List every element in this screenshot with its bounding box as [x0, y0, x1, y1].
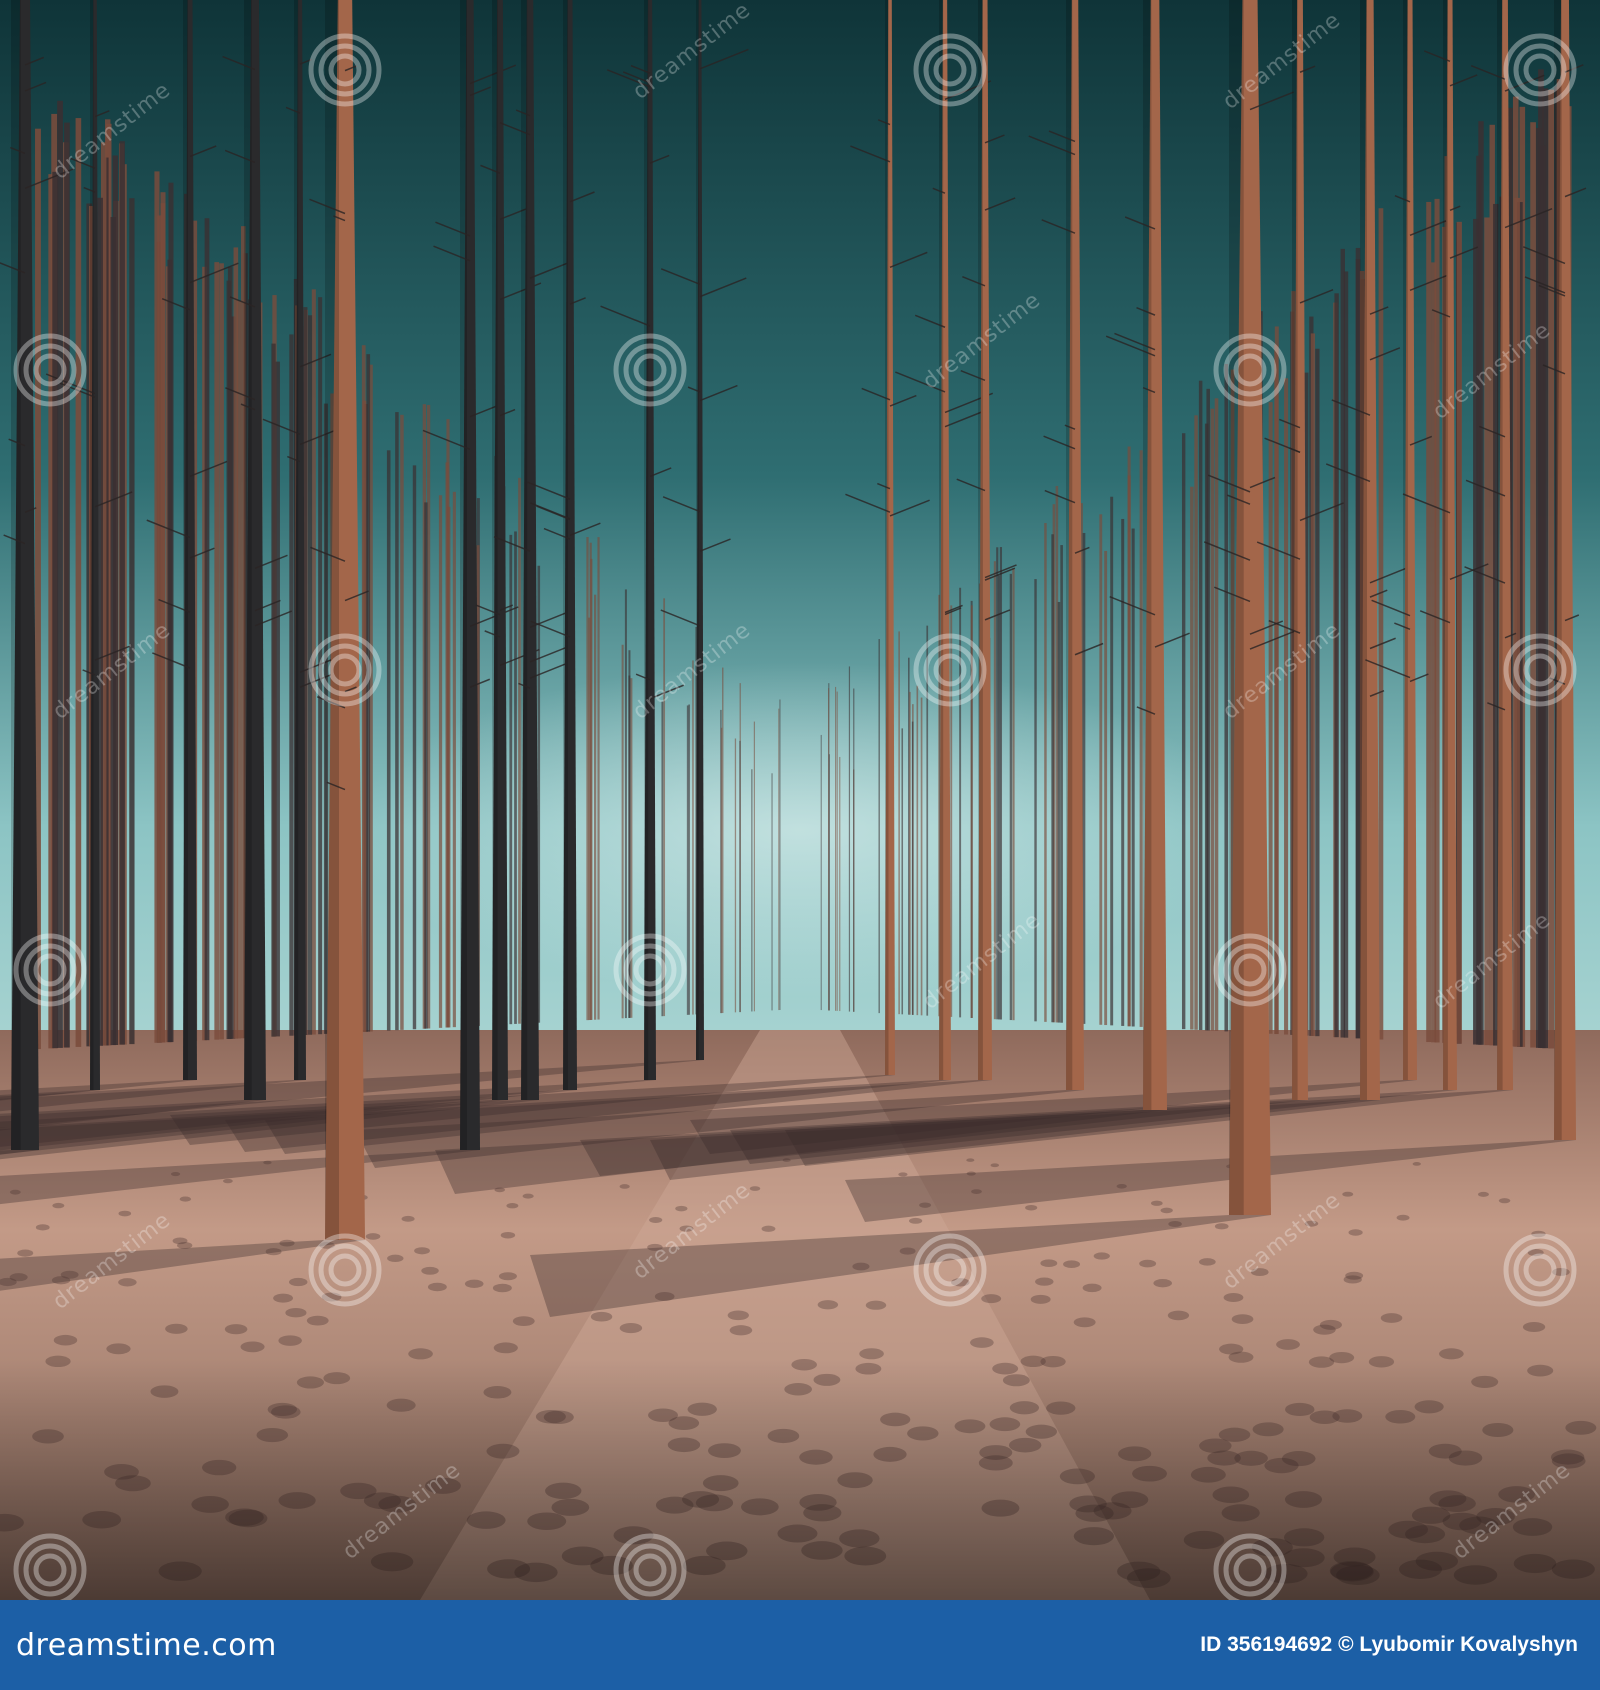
image-credit: ID 356194692 © Lyubomir Kovalyshyn [1200, 1633, 1578, 1657]
image-id: 356194692 [1227, 1633, 1333, 1656]
copyright-symbol: © [1338, 1633, 1354, 1656]
bottom-vignette [0, 0, 1600, 1600]
dreamstime-logo[interactable]: dreamstime.com [16, 1628, 277, 1663]
stock-footer-bar: dreamstime.com ID 356194692 © Lyubomir K… [0, 1600, 1600, 1690]
author-name[interactable]: Lyubomir Kovalyshyn [1359, 1633, 1578, 1656]
stock-photo-frame: dreamstime dreamstime dreamstime dreamstime… [0, 0, 1600, 1690]
dead-pine-forest-photo: dreamstime dreamstimedreamstimedreamstime… [0, 0, 1600, 1600]
image-id-label: ID [1200, 1633, 1222, 1656]
